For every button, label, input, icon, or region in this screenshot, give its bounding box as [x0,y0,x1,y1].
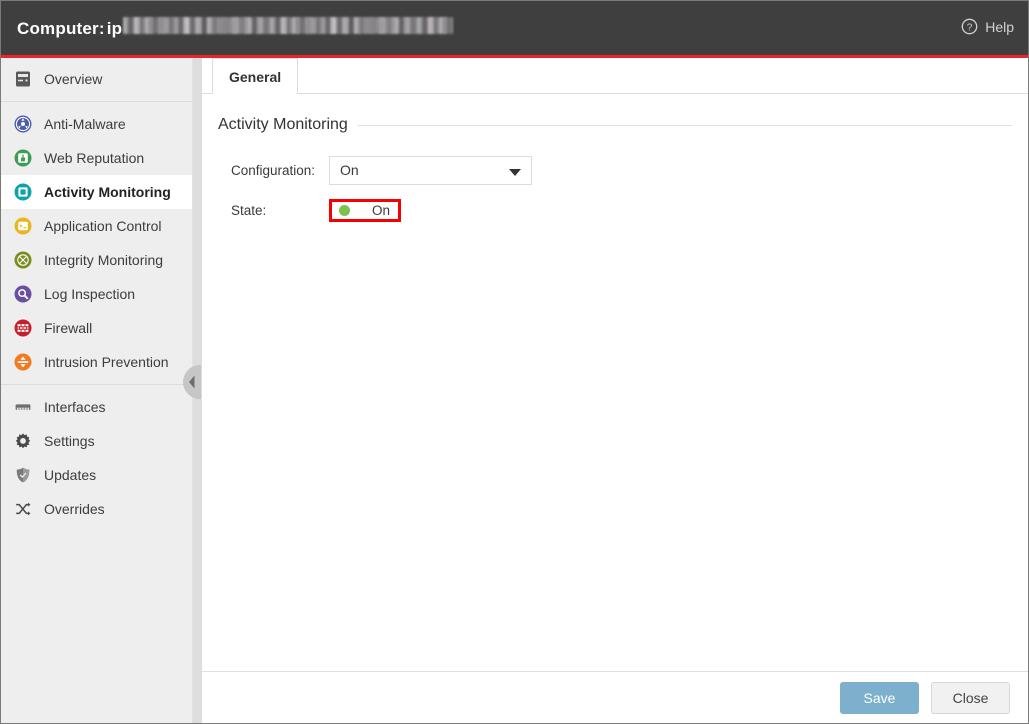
sidebar-item-label: Settings [44,433,95,449]
anti-malware-icon [13,114,33,134]
chevron-down-icon [509,169,521,176]
close-button-label: Close [953,690,989,706]
integrity-monitoring-icon [13,250,33,270]
configuration-value: On [340,162,359,178]
sidebar-group-system: Interfaces Settings [1,390,192,526]
tab-general[interactable]: General [212,58,298,94]
section-header: Activity Monitoring [218,116,1012,134]
shuffle-icon [13,499,33,519]
state-value: On [350,203,398,218]
activity-monitoring-icon [13,182,33,202]
sidebar-item-label: Integrity Monitoring [44,252,163,268]
sidebar-item-label: Overrides [44,501,105,517]
save-button-label: Save [864,690,896,706]
sidebar: Overview Anti-Malware [1,58,193,723]
footer-bar: Save Close [202,671,1028,723]
status-indicator-icon [339,205,350,216]
section-divider [358,125,1012,126]
sidebar-item-web-reputation[interactable]: Web Reputation [1,141,192,175]
sidebar-group-overview: Overview [1,58,192,96]
sidebar-item-activity-monitoring[interactable]: Activity Monitoring [1,175,192,209]
computer-details-window: Computer: ip ? Help [0,0,1029,724]
sidebar-item-overview[interactable]: Overview [1,62,192,96]
close-button[interactable]: Close [931,682,1010,714]
sidebar-item-label: Overview [44,71,102,87]
svg-text:?: ? [967,22,973,33]
sidebar-item-intrusion-prevention[interactable]: Intrusion Prevention [1,345,192,379]
help-circle-icon: ? [961,18,978,35]
general-panel: Activity Monitoring Configuration: On St… [202,94,1028,224]
sidebar-item-label: Intrusion Prevention [44,354,169,370]
application-control-icon [13,216,33,236]
sidebar-group-modules: Anti-Malware Web Reputation [1,107,192,379]
save-button[interactable]: Save [840,682,919,714]
sidebar-item-settings[interactable]: Settings [1,424,192,458]
sidebar-item-label: Application Control [44,218,162,234]
state-label: State: [231,203,329,218]
sidebar-item-label: Activity Monitoring [44,184,171,200]
sidebar-item-firewall[interactable]: Firewall [1,311,192,345]
firewall-icon [13,318,33,338]
sidebar-item-label: Log Inspection [44,286,135,302]
sidebar-item-updates[interactable]: Updates [1,458,192,492]
sidebar-divider-1 [1,101,192,102]
computer-hostname-prefix: ip [107,19,123,39]
sidebar-item-label: Web Reputation [44,150,144,166]
sidebar-item-label: Interfaces [44,399,105,415]
sidebar-item-overrides[interactable]: Overrides [1,492,192,526]
state-highlight-box: On [329,199,401,222]
page-title-prefix: Computer: [17,19,105,39]
configuration-row: Configuration: On [231,156,1012,184]
content-area: General Activity Monitoring Configuratio… [202,58,1028,723]
server-icon [13,69,33,89]
configuration-label: Configuration: [231,163,329,178]
help-label: Help [985,19,1014,35]
section-title: Activity Monitoring [218,116,348,134]
interfaces-icon [13,397,33,417]
shield-icon [13,465,33,485]
log-inspection-icon [13,284,33,304]
configuration-select[interactable]: On [329,156,532,185]
help-link[interactable]: ? Help [961,18,1014,35]
state-row: State: On [231,196,1012,224]
sidebar-divider-2 [1,384,192,385]
window-titlebar: Computer: ip ? Help [1,1,1028,55]
page-title: Computer: ip [17,17,453,39]
sidebar-item-label: Updates [44,467,96,483]
computer-hostname-redacted [123,17,453,34]
sidebar-item-label: Firewall [44,320,92,336]
sidebar-item-anti-malware[interactable]: Anti-Malware [1,107,192,141]
sidebar-item-label: Anti-Malware [44,116,126,132]
sidebar-item-integrity-monitoring[interactable]: Integrity Monitoring [1,243,192,277]
tab-strip: General [202,58,1028,94]
sidebar-item-application-control[interactable]: Application Control [1,209,192,243]
sidebar-item-log-inspection[interactable]: Log Inspection [1,277,192,311]
web-reputation-icon [13,148,33,168]
tab-label: General [229,69,281,85]
gear-icon [13,431,33,451]
intrusion-prevention-icon [13,352,33,372]
sidebar-item-interfaces[interactable]: Interfaces [1,390,192,424]
